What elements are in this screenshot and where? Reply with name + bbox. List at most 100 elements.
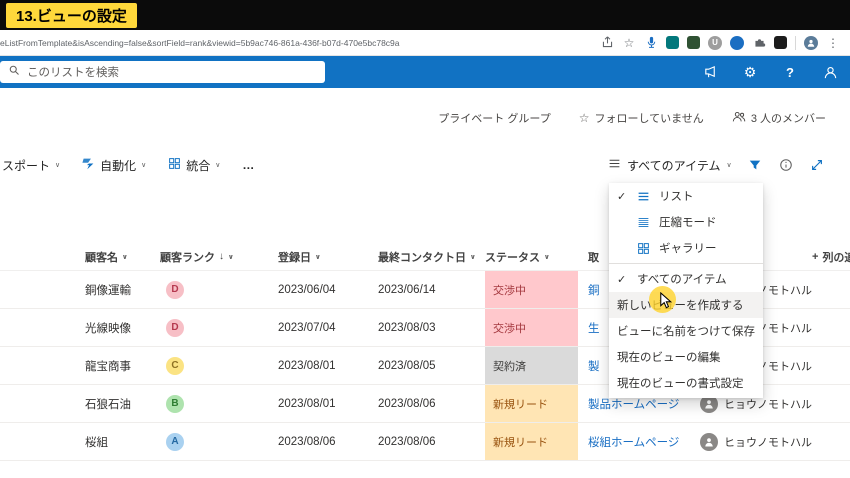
extension-icon-dark[interactable] bbox=[774, 36, 787, 49]
settings-gear-icon[interactable]: ⚙ bbox=[742, 64, 758, 80]
app-header: このリストを検索 ⚙ ? bbox=[0, 56, 850, 88]
cell-status: 契約済 bbox=[485, 347, 588, 384]
cell-status: 新規リード bbox=[485, 385, 588, 422]
cell-customer-name: 桜組 bbox=[85, 434, 160, 450]
megaphone-icon[interactable] bbox=[702, 64, 718, 80]
filter-funnel-icon[interactable] bbox=[747, 157, 763, 173]
cell-source: 桜組ホームページ bbox=[588, 434, 700, 450]
mic-icon[interactable] bbox=[644, 36, 658, 50]
help-icon[interactable]: ? bbox=[782, 64, 798, 80]
cell-last-contact-date: 2023/08/03 bbox=[378, 322, 485, 334]
cell-customer-rank: D bbox=[160, 319, 278, 337]
follow-button[interactable]: ☆ フォローしていません bbox=[579, 110, 704, 126]
profile-avatar-icon[interactable] bbox=[804, 36, 818, 50]
cell-customer-name: 石狼石油 bbox=[85, 396, 160, 412]
source-link[interactable]: 製 bbox=[588, 361, 600, 373]
search-placeholder: このリストを検索 bbox=[27, 64, 119, 80]
extension-icon-green[interactable] bbox=[687, 36, 700, 49]
cell-last-contact-date: 2023/08/06 bbox=[378, 398, 485, 410]
column-header-customer-rank[interactable]: 顧客ランク ↓ ∨ bbox=[160, 249, 278, 265]
menu-item-compact[interactable]: 圧縮モード bbox=[609, 209, 763, 235]
cell-registered-date: 2023/08/01 bbox=[278, 398, 378, 410]
members-icon bbox=[732, 110, 746, 127]
table-row[interactable]: 桜組 A 2023/08/06 2023/08/06 新規リード 桜組ホームペー… bbox=[0, 423, 850, 461]
share-icon[interactable] bbox=[600, 36, 614, 50]
cell-last-contact-date: 2023/06/14 bbox=[378, 284, 485, 296]
group-privacy-label: プライベート グループ bbox=[438, 110, 550, 126]
extension-icon-u[interactable]: U bbox=[708, 36, 722, 50]
menu-item-all-items[interactable]: ✓ すべてのアイテム bbox=[609, 266, 763, 292]
chevron-down-icon: ∨ bbox=[228, 253, 234, 261]
more-commands-button[interactable]: … bbox=[242, 158, 254, 172]
browser-menu-icon[interactable]: ⋮ bbox=[826, 36, 840, 50]
menu-item-save-view-as[interactable]: ビューに名前をつけて保存 bbox=[609, 318, 763, 344]
view-selector-button[interactable]: すべてのアイテム ∨ bbox=[608, 157, 732, 174]
view-list-icon bbox=[608, 157, 621, 173]
source-link[interactable]: 生 bbox=[588, 323, 600, 335]
menu-item-create-new-view[interactable]: 新しいビューを作成する bbox=[609, 292, 763, 318]
add-column-button[interactable]: + 列の追加 bbox=[812, 249, 850, 265]
account-person-icon[interactable] bbox=[822, 64, 838, 80]
annotation-bar: 13.ビューの設定 bbox=[0, 0, 850, 30]
chevron-down-icon: ∨ bbox=[141, 161, 146, 169]
source-link[interactable]: 製品ホームページ bbox=[588, 399, 679, 411]
members-button[interactable]: 3 人のメンバー bbox=[732, 110, 826, 127]
cell-status: 交渉中 bbox=[485, 271, 588, 308]
source-link[interactable]: 桜組ホームページ bbox=[588, 437, 679, 449]
cell-customer-rank: D bbox=[160, 281, 278, 299]
cell-last-contact-date: 2023/08/05 bbox=[378, 360, 485, 372]
search-box[interactable]: このリストを検索 bbox=[0, 61, 325, 83]
add-icon: + bbox=[812, 251, 818, 263]
menu-item-gallery[interactable]: ギャラリー bbox=[609, 235, 763, 261]
rank-badge: B bbox=[166, 395, 184, 413]
column-header-registered-date[interactable]: 登録日∨ bbox=[278, 249, 378, 265]
chevron-down-icon: ∨ bbox=[122, 253, 128, 261]
owner-name: ヒョウノモトハル bbox=[724, 434, 812, 450]
rank-badge: A bbox=[166, 433, 184, 451]
check-icon: ✓ bbox=[617, 273, 633, 286]
check-icon: ✓ bbox=[617, 190, 633, 203]
automate-icon bbox=[82, 157, 95, 173]
chevron-down-icon: ∨ bbox=[55, 161, 60, 169]
column-header-customer-name[interactable]: 顧客名∨ bbox=[85, 249, 160, 265]
view-options-menu: ✓ リスト 圧縮モード ギャラリー ✓ すべてのアイテム 新しいビューを bbox=[609, 183, 763, 398]
cell-customer-name: 光線映像 bbox=[85, 320, 160, 336]
status-chip: 新規リード bbox=[485, 423, 578, 460]
rank-badge: C bbox=[166, 357, 184, 375]
header-actions: ⚙ ? bbox=[702, 56, 838, 88]
chevron-down-icon: ∨ bbox=[726, 161, 731, 169]
cell-registered-date: 2023/07/04 bbox=[278, 322, 378, 334]
cell-owner: ヒョウノモトハル bbox=[700, 433, 812, 451]
list-view-icon bbox=[637, 190, 655, 203]
status-chip: 交渉中 bbox=[485, 271, 578, 308]
fullscreen-expand-icon[interactable] bbox=[809, 157, 825, 173]
extension-icon-blue[interactable] bbox=[730, 36, 744, 50]
info-icon[interactable] bbox=[778, 157, 794, 173]
automate-button[interactable]: 自動化 ∨ bbox=[82, 157, 146, 174]
menu-item-edit-current-view[interactable]: 現在のビューの編集 bbox=[609, 344, 763, 370]
search-icon bbox=[8, 63, 20, 81]
menu-item-format-current-view[interactable]: 現在のビューの書式設定 bbox=[609, 370, 763, 396]
browser-toolbar: ☆ U ⋮ bbox=[594, 36, 850, 50]
favorites-star-icon[interactable]: ☆ bbox=[622, 36, 636, 50]
group-info-bar: プライベート グループ ☆ フォローしていません 3 人のメンバー bbox=[438, 108, 826, 128]
follow-star-icon: ☆ bbox=[579, 111, 590, 125]
mouse-cursor-icon bbox=[658, 292, 673, 314]
browser-chrome: eListFromTemplate&isAscending=false&sort… bbox=[0, 30, 850, 56]
integrate-grid-icon bbox=[168, 157, 181, 173]
extension-icon-teal[interactable] bbox=[666, 36, 679, 49]
export-button[interactable]: スポート ∨ bbox=[2, 157, 60, 174]
integrate-button[interactable]: 統合 ∨ bbox=[168, 157, 220, 174]
column-header-status[interactable]: ステータス∨ bbox=[485, 249, 588, 265]
cell-last-contact-date: 2023/08/06 bbox=[378, 436, 485, 448]
menu-item-list[interactable]: ✓ リスト bbox=[609, 183, 763, 209]
rank-badge: D bbox=[166, 281, 184, 299]
address-bar[interactable]: eListFromTemplate&isAscending=false&sort… bbox=[0, 38, 594, 48]
cell-customer-rank: A bbox=[160, 433, 278, 451]
extensions-puzzle-icon[interactable] bbox=[752, 36, 766, 50]
toolbar-divider bbox=[795, 36, 796, 50]
column-header-last-contact[interactable]: 最終コンタクト日∨ bbox=[378, 249, 485, 265]
chevron-down-icon: ∨ bbox=[315, 253, 321, 261]
source-link[interactable]: 銅 bbox=[588, 285, 600, 297]
cell-status: 新規リード bbox=[485, 423, 588, 460]
